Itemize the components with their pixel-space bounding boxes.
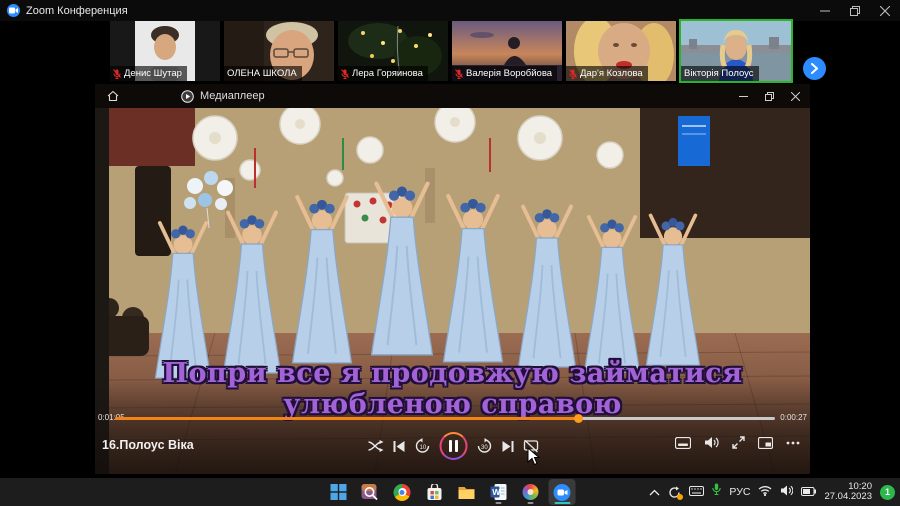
previous-track-button[interactable] — [392, 440, 405, 453]
volume-button[interactable] — [704, 436, 719, 449]
media-player-logo-icon — [181, 90, 194, 103]
seek-progress — [115, 417, 579, 420]
media-player-window-controls — [730, 84, 808, 108]
muted-mic-icon — [341, 69, 349, 79]
participant-tile[interactable]: Дар'я Козлова — [566, 21, 676, 81]
muted-mic-icon — [113, 69, 121, 79]
participant-name: Дар'я Козлова — [580, 68, 643, 79]
participant-name-label: Лера Горяинова — [338, 66, 428, 81]
tray-chevron-up-icon[interactable] — [649, 483, 660, 501]
seek-bar[interactable] — [115, 417, 775, 420]
svg-text:W: W — [492, 487, 501, 497]
svg-text:30: 30 — [481, 445, 488, 451]
paint-icon — [522, 484, 538, 500]
participant-name-label: Дар'я Козлова — [566, 66, 648, 81]
participant-tile[interactable]: ОЛЕНА ШКОЛА — [224, 21, 334, 81]
remaining-time: 0:00:27 — [780, 413, 807, 422]
participant-name: ОЛЕНА ШКОЛА — [227, 68, 297, 79]
participant-tile[interactable]: Валерія Воробйова — [452, 21, 562, 81]
player-secondary-controls — [675, 436, 800, 449]
chrome-button[interactable] — [389, 479, 416, 505]
restore-button[interactable] — [840, 0, 870, 21]
participant-name-label: Валерія Воробйова — [452, 66, 557, 81]
sync-status-icon[interactable] — [668, 486, 681, 499]
subtitle-line-2: улюбленою справою — [95, 389, 810, 420]
track-title: 16.Полоус Віка — [102, 438, 194, 452]
word-icon: W — [490, 484, 506, 500]
shuffle-button[interactable] — [367, 440, 383, 452]
picture-in-picture-button[interactable] — [758, 437, 773, 449]
transport-controls: 10 30 — [367, 432, 538, 460]
media-player-titlebar: Медиаплеер — [95, 84, 810, 108]
participant-tile-active-speaker[interactable]: Вікторія Полоус — [681, 21, 791, 81]
word-button[interactable]: W — [485, 479, 512, 505]
captions-button[interactable] — [675, 437, 691, 449]
shared-screen-area: Медиаплеер — [0, 84, 900, 478]
participant-name-label: Денис Шутар — [110, 66, 187, 81]
zoom-window-titlebar: Zoom Конференция — [0, 0, 900, 21]
language-indicator[interactable]: РУС — [729, 486, 750, 498]
screen: Zoom Конференция Денис Шутар ОЛЕНА ШКОЛА — [0, 0, 900, 506]
participant-filmstrip: Денис Шутар ОЛЕНА ШКОЛА Лера Горяинова В… — [0, 21, 900, 84]
mouse-cursor — [527, 447, 540, 466]
windows-taskbar: W РУС 10:20 2 — [0, 478, 900, 506]
participant-name: Лера Горяинова — [352, 68, 423, 79]
muted-mic-icon — [569, 69, 577, 79]
store-button[interactable] — [421, 479, 448, 505]
speaker-icon[interactable] — [780, 483, 793, 501]
system-tray: РУС 10:20 27.04.2023 1 — [649, 478, 895, 506]
window-title: Zoom Конференция — [26, 5, 128, 17]
subtitle-line-1: Попри все я продовжую займатися — [95, 358, 810, 389]
taskbar-app-icons: W — [325, 478, 576, 506]
karaoke-subtitles: Попри все я продовжую займатися улюблено… — [95, 358, 810, 420]
fullscreen-button[interactable] — [732, 436, 745, 449]
start-button[interactable] — [325, 479, 352, 505]
participant-name: Вікторія Полоус — [684, 68, 754, 79]
forward-30-button[interactable]: 30 — [476, 438, 492, 454]
touch-keyboard-icon[interactable] — [689, 483, 704, 501]
sync-alert-dot — [677, 494, 683, 500]
muted-mic-icon — [455, 69, 463, 79]
next-track-button[interactable] — [501, 440, 514, 453]
close-button[interactable] — [870, 0, 900, 21]
tray-date: 27.04.2023 — [824, 492, 872, 503]
participant-tile[interactable]: Лера Горяинова — [338, 21, 448, 81]
windows-logo-icon — [330, 484, 346, 500]
zoom-button[interactable] — [549, 479, 576, 505]
chevron-right-icon — [810, 63, 819, 74]
minimize-button[interactable] — [730, 84, 756, 108]
participant-tile[interactable]: Денис Шутар — [110, 21, 220, 81]
participant-name-label: ОЛЕНА ШКОЛА — [224, 66, 302, 81]
zoom-app-icon — [7, 4, 20, 17]
wifi-icon[interactable] — [758, 483, 772, 501]
next-participants-button[interactable] — [803, 57, 826, 80]
svg-text:10: 10 — [419, 445, 426, 451]
chrome-icon — [394, 484, 411, 501]
tray-clock[interactable]: 10:20 27.04.2023 — [824, 482, 872, 503]
participant-name-label: Вікторія Полоус — [681, 66, 759, 81]
search-button[interactable] — [357, 479, 384, 505]
paint-button[interactable] — [517, 479, 544, 505]
microphone-active-icon[interactable] — [712, 483, 721, 501]
home-icon[interactable] — [107, 90, 119, 102]
pause-button[interactable] — [439, 432, 467, 460]
participant-name: Валерія Воробйова — [466, 68, 552, 79]
close-button[interactable] — [782, 84, 808, 108]
window-controls — [810, 0, 900, 21]
more-options-button[interactable] — [786, 441, 800, 445]
file-explorer-button[interactable] — [453, 479, 480, 505]
replay-10-button[interactable]: 10 — [414, 438, 430, 454]
battery-icon[interactable] — [801, 483, 816, 501]
zoom-icon — [554, 484, 571, 501]
participant-name: Денис Шутар — [124, 68, 182, 79]
microsoft-store-icon — [426, 484, 442, 501]
folder-icon — [457, 485, 475, 500]
minimize-button[interactable] — [810, 0, 840, 21]
restore-button[interactable] — [756, 84, 782, 108]
media-player-window: Медиаплеер — [95, 84, 810, 474]
media-player-title: Медиаплеер — [200, 90, 265, 102]
notification-badge[interactable]: 1 — [880, 485, 895, 500]
search-icon — [362, 484, 379, 501]
